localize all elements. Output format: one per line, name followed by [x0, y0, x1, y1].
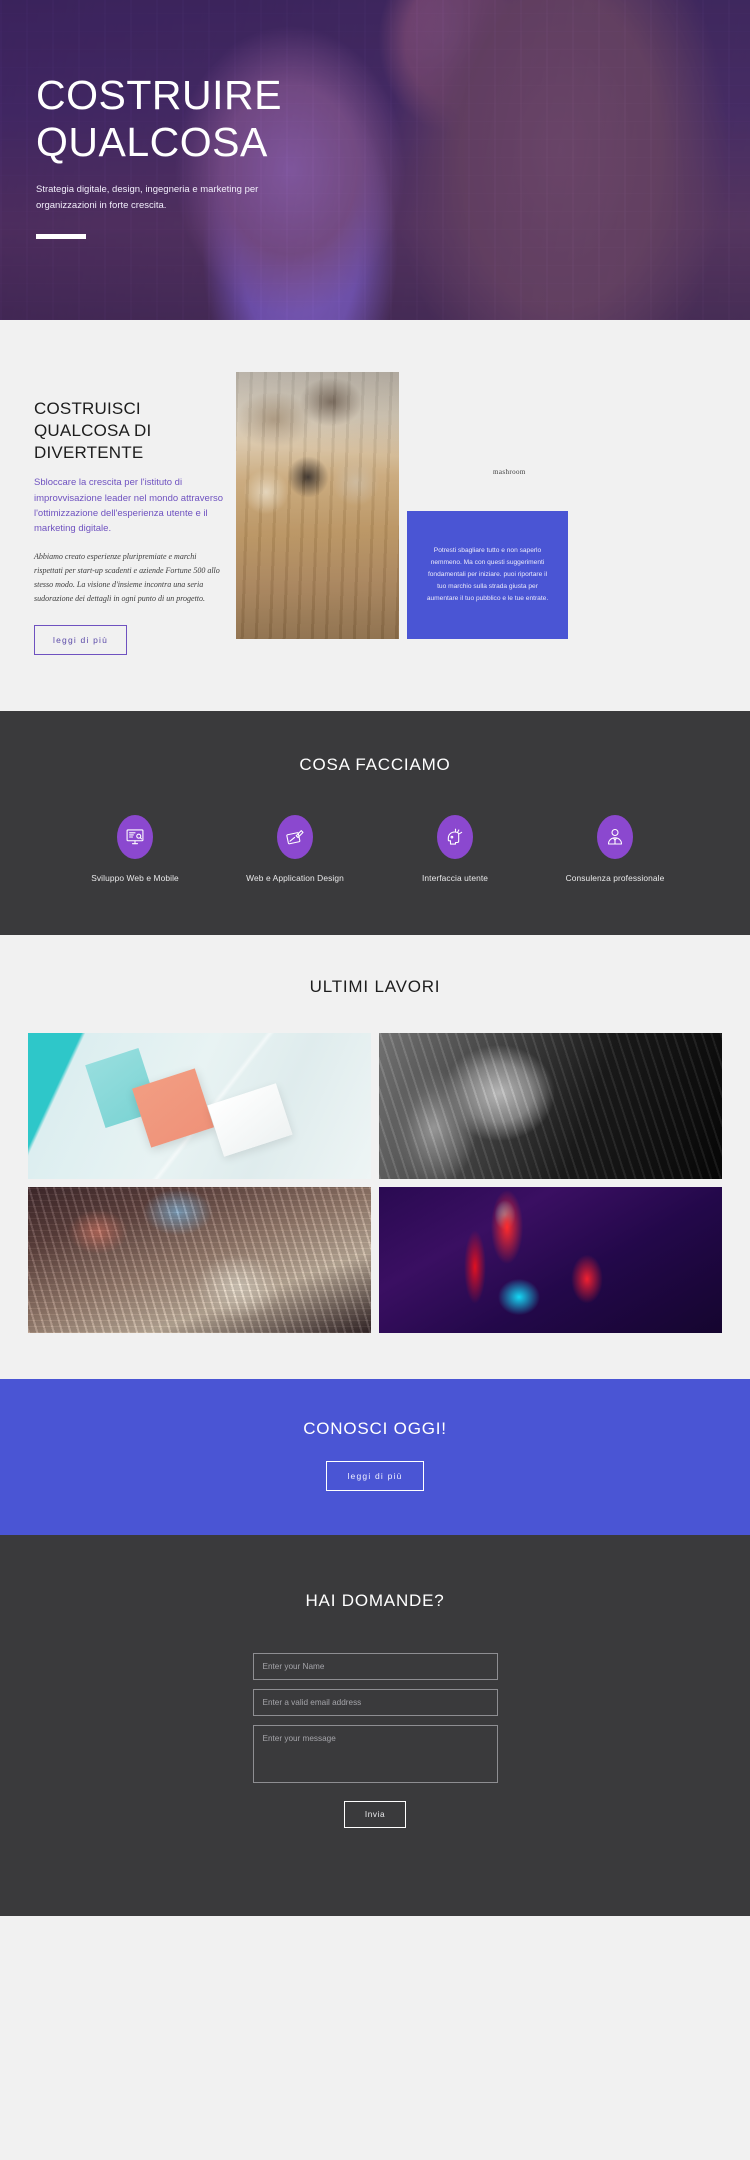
about-text-column: COSTRUISCI QUALCOSA DI DIVERTENTE Sblocc… — [34, 372, 224, 655]
hero-title: COSTRUIRE QUALCOSA — [36, 72, 710, 166]
portfolio-grid — [28, 1032, 722, 1333]
about-quote-text: Potresti sbagliare tutto e non saperlo n… — [426, 546, 549, 603]
submit-button[interactable]: Invia — [343, 1800, 407, 1828]
about-read-more-button[interactable]: leggi di più — [34, 624, 128, 655]
portfolio-section: ULTIMI LAVORI — [0, 934, 750, 1379]
services-row: Sviluppo Web e Mobile Web e Application … — [0, 814, 750, 883]
consultant-person-icon — [597, 814, 633, 859]
tile-shape-white — [207, 1082, 293, 1157]
about-title: COSTRUISCI QUALCOSA DI DIVERTENTE — [34, 399, 152, 463]
services-section: COSA FACCIAMO Sviluppo Web e Mobile Web … — [0, 710, 750, 935]
about-body-paragraph: Abbiamo creato esperienze pluripremiate … — [34, 551, 220, 604]
hero-underline-rule — [36, 233, 86, 239]
service-label: Consulenza professionale — [565, 872, 665, 883]
cta-read-more-button[interactable]: leggi di più — [326, 1460, 424, 1491]
message-textarea[interactable] — [252, 1724, 498, 1783]
contact-section: HAI DOMANDE? Invia — [0, 1534, 750, 1916]
head-idea-icon — [437, 814, 473, 859]
service-label: Web e Application Design — [246, 872, 344, 883]
about-layout: COSTRUISCI QUALCOSA DI DIVERTENTE Sblocc… — [0, 372, 750, 655]
portfolio-tile-branding-stationery[interactable] — [28, 1032, 371, 1179]
portfolio-tile-neon-abstract[interactable] — [379, 1186, 722, 1333]
portfolio-title: ULTIMI LAVORI — [309, 976, 441, 996]
about-media-right-stack: mashroom Potresti sbagliare tutto e non … — [407, 372, 568, 639]
pen-tablet-icon — [277, 814, 313, 859]
monitor-code-icon — [117, 814, 153, 859]
about-section: COSTRUISCI QUALCOSA DI DIVERTENTE Sblocc… — [0, 320, 750, 711]
contact-form: Invia — [252, 1652, 498, 1828]
name-input[interactable] — [252, 1652, 498, 1680]
about-image-lamps: mashroom — [407, 372, 568, 502]
hero-title-line-2: QUALCOSA — [36, 119, 268, 166]
service-item-user-interface[interactable]: Interfaccia utente — [375, 814, 535, 883]
hero-section: COSTRUIRE QUALCOSA Strategia digitale, d… — [0, 0, 750, 320]
services-title: COSA FACCIAMO — [299, 754, 451, 774]
service-item-professional-consulting[interactable]: Consulenza professionale — [535, 814, 695, 883]
hero-title-line-1: COSTRUIRE — [36, 72, 282, 118]
service-item-web-app-design[interactable]: Web e Application Design — [215, 814, 375, 883]
lamp-sign-text: mashroom — [493, 468, 526, 476]
hero-subtitle: Strategia digitale, design, ingegneria e… — [36, 184, 259, 211]
hero-content: COSTRUIRE QUALCOSA Strategia digitale, d… — [36, 72, 710, 239]
about-lead-paragraph: Sbloccare la crescita per l'istituto di … — [34, 477, 224, 535]
portfolio-tile-black-white-portrait[interactable] — [379, 1032, 722, 1179]
about-media-left-stack — [236, 372, 399, 639]
service-label: Sviluppo Web e Mobile — [91, 872, 179, 883]
service-item-web-mobile[interactable]: Sviluppo Web e Mobile — [55, 814, 215, 883]
cta-title: CONOSCI OGGI! — [303, 1418, 447, 1438]
contact-title: HAI DOMANDE? — [305, 1590, 445, 1610]
about-media-column: mashroom Potresti sbagliare tutto e non … — [236, 372, 568, 639]
service-label: Interfaccia utente — [421, 872, 489, 883]
email-input[interactable] — [252, 1688, 498, 1716]
portfolio-tile-city-motion-blur[interactable] — [28, 1186, 371, 1333]
cta-section: CONOSCI OGGI! leggi di più — [0, 1378, 750, 1535]
about-quote-box: Potresti sbagliare tutto e non saperlo n… — [407, 511, 568, 639]
about-image-meeting — [236, 372, 399, 639]
